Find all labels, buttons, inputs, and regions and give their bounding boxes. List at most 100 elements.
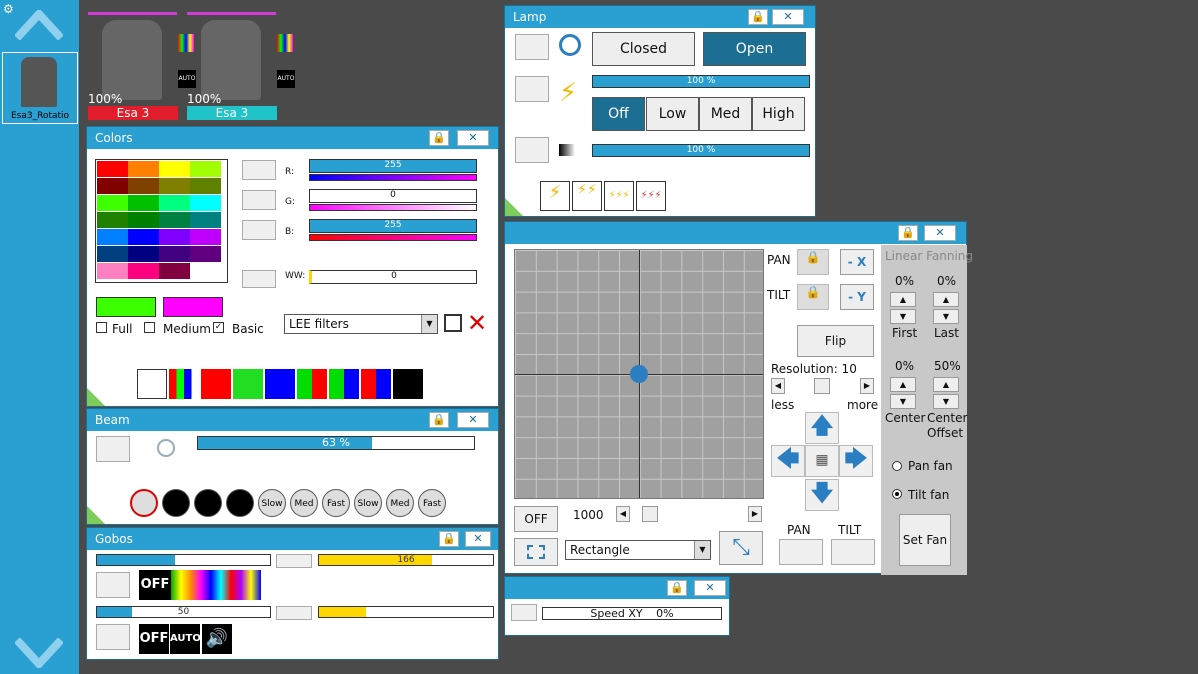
- gobo-button-1[interactable]: [276, 554, 312, 568]
- delete-icon[interactable]: ✕: [467, 309, 487, 337]
- color-cell[interactable]: [159, 178, 190, 194]
- speed-button[interactable]: [511, 604, 537, 621]
- scroll-down-icon[interactable]: [15, 638, 63, 668]
- slider-left-icon[interactable]: ◀: [616, 506, 630, 522]
- pulse-fast-button[interactable]: Fast: [418, 489, 446, 517]
- gear-icon[interactable]: ⚙: [3, 2, 14, 16]
- prism-auto-button[interactable]: AUTO: [170, 624, 201, 654]
- invert-x-button[interactable]: - X: [840, 249, 874, 275]
- slider-right-icon[interactable]: ▶: [860, 378, 874, 394]
- last-up-button[interactable]: ▲: [933, 292, 959, 307]
- sound-icon[interactable]: 🔊: [202, 624, 232, 654]
- color-cell[interactable]: [159, 212, 190, 228]
- color-cell[interactable]: [128, 195, 159, 211]
- macro-blue[interactable]: [265, 369, 295, 399]
- prism-off-button[interactable]: OFF: [139, 624, 169, 654]
- lock-icon[interactable]: 🔒: [439, 531, 459, 547]
- lamp-open-button[interactable]: Open: [703, 32, 806, 66]
- close-icon[interactable]: ✕: [694, 580, 726, 596]
- color-r-button[interactable]: [242, 160, 276, 180]
- color-cell[interactable]: [97, 263, 128, 279]
- fan-off-button[interactable]: Off: [592, 97, 645, 131]
- pantilt-grid[interactable]: [514, 249, 764, 499]
- color-cell[interactable]: [128, 212, 159, 228]
- fixture-card-2[interactable]: AUTO 100% Esa 3: [187, 12, 295, 122]
- lock-icon[interactable]: 🔒: [667, 580, 687, 596]
- gobo-select-1[interactable]: [96, 572, 130, 598]
- color-cell[interactable]: [97, 246, 128, 262]
- lock-icon[interactable]: 🔒: [748, 9, 768, 25]
- color-cell[interactable]: [128, 263, 159, 279]
- arrow-right-icon[interactable]: 🡆: [839, 445, 873, 477]
- macro-red-blue[interactable]: [361, 369, 391, 399]
- close-icon[interactable]: ✕: [457, 412, 489, 428]
- pan-lock-icon[interactable]: 🔒: [797, 249, 829, 275]
- color-cell[interactable]: [128, 161, 159, 177]
- effect-off-button[interactable]: OFF: [514, 506, 558, 532]
- window-titlebar[interactable]: Gobos 🔒 ✕: [87, 528, 498, 550]
- resize-handle[interactable]: [87, 506, 105, 524]
- slider-thumb[interactable]: [814, 378, 830, 394]
- strobe-slow-button[interactable]: Slow: [258, 489, 286, 517]
- lamp-button-3[interactable]: [515, 137, 549, 163]
- lamp-closed-button[interactable]: Closed: [592, 32, 695, 66]
- basic-checkbox[interactable]: ✓: [213, 322, 224, 333]
- strobe-med-button[interactable]: Med: [290, 489, 318, 517]
- tilt-lock-icon[interactable]: 🔒: [797, 284, 829, 310]
- position-dot[interactable]: [630, 365, 648, 383]
- close-icon[interactable]: ✕: [772, 9, 804, 25]
- first-up-button[interactable]: ▲: [890, 292, 916, 307]
- shutter-half-icon[interactable]: [226, 489, 254, 517]
- dimmer-slider[interactable]: 100 %: [592, 144, 810, 157]
- color-cell[interactable]: [128, 246, 159, 262]
- invert-y-button[interactable]: - Y: [840, 284, 874, 310]
- gobo-button-2[interactable]: [276, 606, 312, 620]
- strobe-3-icon[interactable]: ⚡⚡⚡: [604, 181, 634, 211]
- color-cell[interactable]: [128, 178, 159, 194]
- beam-button[interactable]: [96, 436, 130, 462]
- macro-green-blue[interactable]: [329, 369, 359, 399]
- set-fan-button[interactable]: Set Fan: [899, 514, 951, 566]
- color-swatch-1[interactable]: [96, 297, 156, 317]
- pulse-med-button[interactable]: Med: [386, 489, 414, 517]
- color-cell[interactable]: [159, 161, 190, 177]
- strobe-2-icon[interactable]: ⚡⚡: [572, 181, 602, 211]
- color-cell[interactable]: [159, 246, 190, 262]
- fan-med-button[interactable]: Med: [699, 97, 752, 131]
- rectangle-select-icon[interactable]: [514, 538, 558, 566]
- window-titlebar[interactable]: 🔒 ✕: [505, 577, 729, 599]
- full-checkbox[interactable]: [96, 322, 107, 333]
- strobe-fast-button[interactable]: Fast: [322, 489, 350, 517]
- pan-fan-radio[interactable]: [892, 461, 902, 471]
- gobo-select-2[interactable]: [96, 624, 130, 650]
- gobo-off-button[interactable]: OFF: [139, 570, 171, 600]
- close-icon[interactable]: ✕: [457, 130, 489, 146]
- color-cell[interactable]: [190, 195, 221, 211]
- shape-select[interactable]: Rectangle ▼: [565, 540, 711, 560]
- fixture-card-1[interactable]: AUTO 100% Esa 3: [88, 12, 196, 122]
- tilt-fan-radio[interactable]: [892, 489, 902, 499]
- shutter-closed-icon[interactable]: [194, 489, 222, 517]
- color-cell[interactable]: [97, 195, 128, 211]
- fan-low-button[interactable]: Low: [646, 97, 699, 131]
- lock-icon[interactable]: 🔒: [429, 412, 449, 428]
- gobo-slider-1[interactable]: 165: [96, 554, 271, 566]
- pan-button[interactable]: [779, 539, 823, 565]
- offset-down-button[interactable]: ▼: [933, 394, 959, 409]
- speed-bar[interactable]: Speed XY 0%: [542, 607, 722, 620]
- last-down-button[interactable]: ▼: [933, 309, 959, 324]
- gobo-slider-2[interactable]: 50: [96, 606, 271, 618]
- window-titlebar[interactable]: Colors 🔒 ✕: [87, 127, 498, 149]
- center-icon[interactable]: ▦: [805, 445, 839, 477]
- center-down-button[interactable]: ▼: [890, 394, 916, 409]
- color-cell[interactable]: [190, 229, 221, 245]
- blue-slider[interactable]: 255: [309, 219, 477, 233]
- window-titlebar[interactable]: 🔒 ✕: [505, 222, 966, 244]
- lamp-button-1[interactable]: [515, 34, 549, 60]
- gobo-rotation-slider-1[interactable]: 166: [318, 554, 494, 566]
- zoom-slider[interactable]: 63 %: [197, 436, 475, 450]
- ww-slider[interactable]: 0: [309, 270, 477, 284]
- slider-right-icon[interactable]: ▶: [748, 506, 762, 522]
- close-icon[interactable]: ✕: [465, 531, 491, 547]
- color-cell[interactable]: [190, 263, 221, 279]
